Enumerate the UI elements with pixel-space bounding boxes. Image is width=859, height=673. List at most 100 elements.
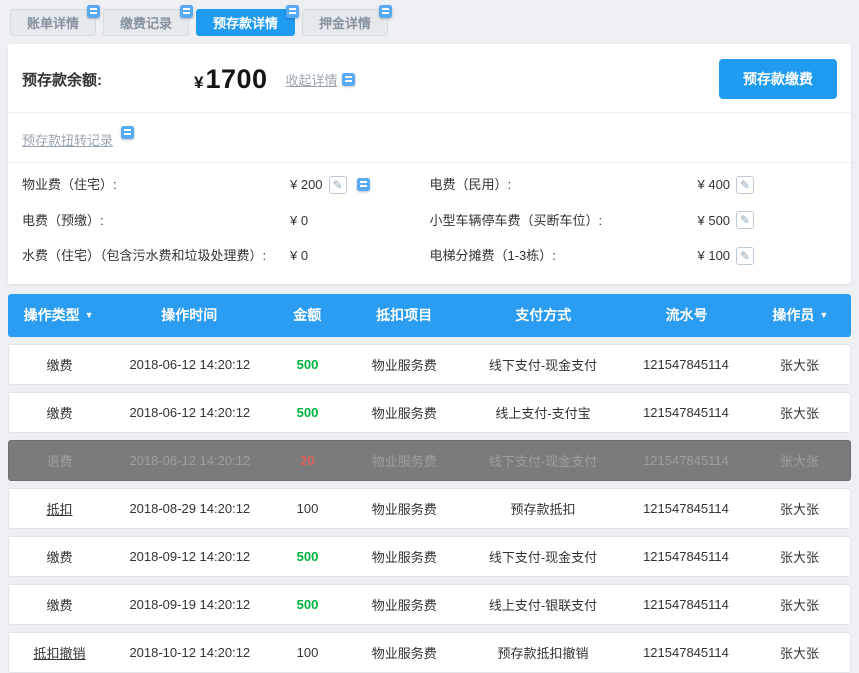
cell-deduction-item: 物业服务费 <box>345 595 463 614</box>
edit-icon[interactable]: ✎ <box>736 247 754 265</box>
cell-amount: 500 <box>270 357 346 372</box>
collapse-details-link[interactable]: 收起详情 <box>286 70 338 89</box>
guide-badge-icon[interactable] <box>87 5 100 18</box>
prepaid-pay-button[interactable]: 预存款缴费 <box>719 59 837 99</box>
cell-operation-type: 抵扣撤销 <box>9 643 110 662</box>
table-header: 操作类型 ▼ 操作时间 金额 抵扣项目 支付方式 流水号 操作员 ▼ <box>8 294 851 337</box>
fee-item: 物业费（住宅）: ¥ 200 ✎ <box>22 167 430 203</box>
fee-item: 小型车辆停车费（买断车位）: ¥ 500 ✎ <box>430 203 838 239</box>
transfer-row: 预存款扭转记录 <box>8 113 851 162</box>
header-label: 抵扣项目 <box>376 305 432 325</box>
guide-badge-icon[interactable] <box>286 5 299 18</box>
cell-operation-type: 抵扣 <box>9 499 110 518</box>
cell-operation-time: 2018-08-12 14:20:12 <box>110 453 270 468</box>
cell-operation-time: 2018-09-19 14:20:12 <box>110 597 270 612</box>
cell-operation-type: 退费 <box>9 451 110 470</box>
cell-deduction-item: 物业服务费 <box>345 547 463 566</box>
cell-operator: 张大张 <box>749 643 850 662</box>
edit-icon[interactable]: ✎ <box>736 176 754 194</box>
fee-value: ¥ 400 <box>698 177 731 192</box>
sort-icon[interactable]: ▼ <box>85 310 94 320</box>
tab-bill-details[interactable]: 账单详情 <box>10 9 96 36</box>
balance-row: 预存款余额: ¥ 1700 收起详情 预存款缴费 <box>8 44 851 112</box>
cell-amount: 500 <box>270 597 346 612</box>
fee-amount: ¥ 0 <box>290 213 308 228</box>
cell-operator: 张大张 <box>749 403 850 422</box>
guide-badge-icon[interactable] <box>357 178 370 191</box>
table-row: 抵扣 2018-08-29 14:20:12 100 物业服务费 预存款抵扣 1… <box>8 488 851 529</box>
cell-operation-type: 缴费 <box>9 595 110 614</box>
currency-symbol: ¥ <box>194 73 203 93</box>
fee-item: 电费（预缴）: ¥ 0 <box>22 203 430 239</box>
header-operation-time: 操作时间 <box>109 305 269 325</box>
fee-value: ¥ 0 <box>290 213 308 228</box>
fee-amount: ¥ 400 ✎ <box>698 176 755 194</box>
sort-icon[interactable]: ▼ <box>819 310 828 320</box>
header-amount: 金额 <box>269 305 345 325</box>
header-operator[interactable]: 操作员 ▼ <box>750 305 851 325</box>
cell-operation-time: 2018-06-12 14:20:12 <box>110 357 270 372</box>
cell-deduction-item: 物业服务费 <box>345 643 463 662</box>
tab-bar: 账单详情 缴费记录 预存款详情 押金详情 <box>10 9 851 36</box>
header-operation-type[interactable]: 操作类型 ▼ <box>8 305 109 325</box>
fee-grid: 物业费（住宅）: ¥ 200 ✎ 电费（民用）: ¥ 400 ✎ 电费（预缴）:… <box>8 163 851 284</box>
fee-item: 水费（住宅）（包含污水费和垃圾处理费）: ¥ 0 <box>22 238 430 274</box>
cell-deduction-item: 物业服务费 <box>345 499 463 518</box>
cell-amount: 500 <box>270 549 346 564</box>
tab-payment-records[interactable]: 缴费记录 <box>103 9 189 36</box>
header-serial-number: 流水号 <box>623 305 749 325</box>
cell-operation-time: 2018-08-29 14:20:12 <box>110 501 270 516</box>
cell-operation-type: 缴费 <box>9 403 110 422</box>
fee-label: 电费（预缴）: <box>22 211 290 231</box>
cell-serial-number: 121547845114 <box>623 357 749 372</box>
balance-label: 预存款余额: <box>22 69 102 90</box>
fee-amount: ¥ 500 ✎ <box>698 211 755 229</box>
guide-badge-icon[interactable] <box>121 126 134 139</box>
cell-serial-number: 121547845114 <box>623 549 749 564</box>
cell-payment-method: 线上支付-银联支付 <box>463 595 623 614</box>
fee-label: 电梯分摊费（1-3栋）: <box>430 246 698 266</box>
header-label: 操作时间 <box>161 305 217 325</box>
fee-item: 电梯分摊费（1-3栋）: ¥ 100 ✎ <box>430 238 838 274</box>
page: 账单详情 缴费记录 预存款详情 押金详情 预存款余额: ¥ 1700 收起详情 … <box>0 0 859 673</box>
fee-amount: ¥ 0 <box>290 248 308 263</box>
fee-value: ¥ 200 <box>290 177 323 192</box>
cell-serial-number: 121547845114 <box>623 453 749 468</box>
operation-type-link[interactable]: 抵扣撤销 <box>33 646 85 661</box>
table-row: 缴费 2018-06-12 14:20:12 500 物业服务费 线下支付-现金… <box>8 344 851 385</box>
balance-value: 1700 <box>205 64 267 95</box>
tab-prepaid-details[interactable]: 预存款详情 <box>196 9 295 36</box>
fee-label: 电费（民用）: <box>430 175 698 195</box>
cell-operation-time: 2018-06-12 14:20:12 <box>110 405 270 420</box>
cell-operation-time: 2018-09-12 14:20:12 <box>110 549 270 564</box>
tab-label: 押金详情 <box>319 13 371 32</box>
fee-label: 小型车辆停车费（买断车位）: <box>430 211 698 231</box>
operation-type-link[interactable]: 抵扣 <box>46 502 72 517</box>
cell-payment-method: 预存款抵扣撤销 <box>463 643 623 662</box>
guide-badge-icon[interactable] <box>342 73 355 86</box>
tab-label: 账单详情 <box>27 13 79 32</box>
fee-value: ¥ 0 <box>290 248 308 263</box>
tab-label: 预存款详情 <box>213 13 278 32</box>
header-label: 流水号 <box>666 305 708 325</box>
cell-payment-method: 线下支付-现金支付 <box>463 547 623 566</box>
cell-operator: 张大张 <box>749 355 850 374</box>
cell-amount: 20 <box>270 453 346 468</box>
guide-badge-icon[interactable] <box>180 5 193 18</box>
transfer-record-link[interactable]: 预存款扭转记录 <box>22 133 113 148</box>
guide-badge-icon[interactable] <box>379 5 392 18</box>
tab-deposit-details[interactable]: 押金详情 <box>302 9 388 36</box>
cell-operator: 张大张 <box>749 499 850 518</box>
cell-deduction-item: 物业服务费 <box>345 355 463 374</box>
fee-item: 电费（民用）: ¥ 400 ✎ <box>430 167 838 203</box>
fee-amount: ¥ 200 ✎ <box>290 176 370 194</box>
fee-label: 水费（住宅）（包含污水费和垃圾处理费）: <box>22 246 290 266</box>
edit-icon[interactable]: ✎ <box>736 211 754 229</box>
cell-serial-number: 121547845114 <box>623 501 749 516</box>
header-label: 支付方式 <box>515 305 571 325</box>
edit-icon[interactable]: ✎ <box>329 176 347 194</box>
cell-operation-type: 缴费 <box>9 355 110 374</box>
cell-payment-method: 线上支付-支付宝 <box>463 403 623 422</box>
cell-operator: 张大张 <box>749 595 850 614</box>
header-label: 金额 <box>293 305 321 325</box>
